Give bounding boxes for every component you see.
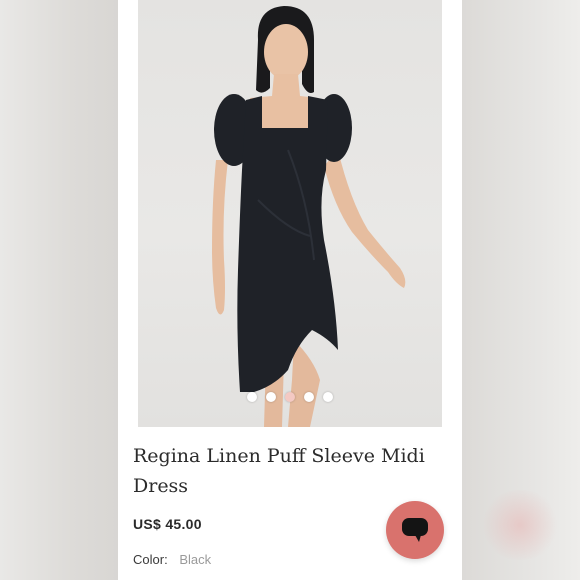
carousel-dots — [138, 392, 442, 402]
color-label: Color: — [133, 552, 168, 567]
chat-bubble-icon — [402, 518, 428, 542]
product-title-line-1: Regina Linen Puff Sleeve Midi — [133, 445, 425, 467]
color-row: Color: Black — [133, 552, 211, 567]
color-value: Black — [179, 552, 212, 567]
carousel-dot[interactable] — [304, 392, 314, 402]
product-title-line-2: Dress — [133, 475, 189, 497]
carousel-dot[interactable] — [323, 392, 333, 402]
carousel-dot[interactable] — [247, 392, 257, 402]
background-blur-right — [462, 0, 580, 580]
carousel-dot-active[interactable] — [285, 392, 295, 402]
model-photo — [212, 6, 406, 427]
chat-button[interactable] — [386, 501, 444, 559]
product-image[interactable] — [138, 0, 442, 427]
product-title: Regina Linen Puff Sleeve Midi Dress — [133, 441, 433, 501]
carousel-dot[interactable] — [266, 392, 276, 402]
product-price: US$ 45.00 — [133, 516, 202, 532]
product-card: Regina Linen Puff Sleeve Midi Dress US$ … — [118, 0, 462, 580]
background-blur-left — [0, 0, 120, 580]
